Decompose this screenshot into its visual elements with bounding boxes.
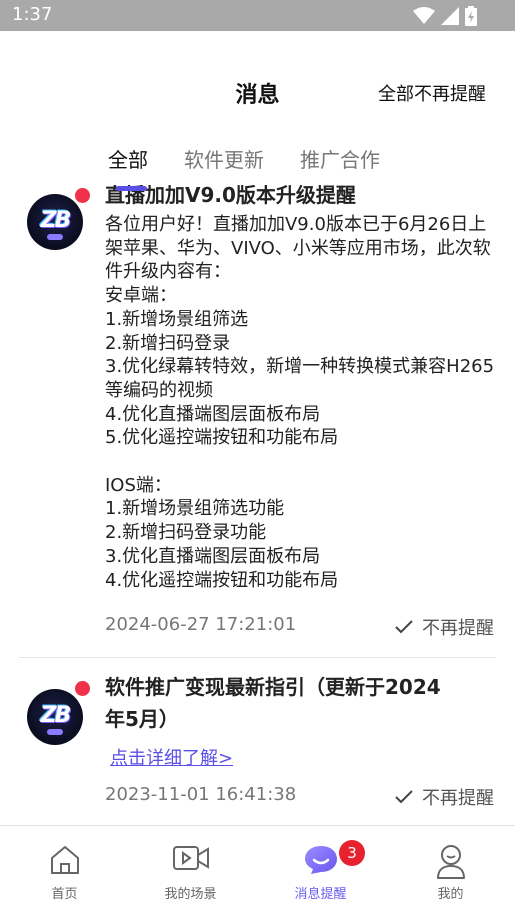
tab-all[interactable]: 全部 — [108, 144, 148, 173]
header: 消息 全部不再提醒 全部 软件更新 推广合作 — [0, 31, 515, 172]
avatar: ZB — [27, 194, 83, 250]
gamepad-icon — [47, 729, 63, 735]
status-icons — [413, 6, 477, 26]
message-time: 2023-11-01 16:41:38 — [105, 784, 297, 805]
nav-messages[interactable]: 消息提醒 — [256, 826, 385, 915]
user-icon — [436, 845, 465, 879]
home-icon — [50, 846, 79, 874]
wifi-icon — [413, 7, 435, 24]
tab-software-updates[interactable]: 软件更新 — [184, 144, 264, 173]
notification-badge: 3 — [339, 840, 365, 866]
bottom-nav: 首页 我的场景 消息提醒 3 我的 — [0, 825, 515, 915]
tab-promotion[interactable]: 推广合作 — [300, 144, 380, 173]
tab-bar: 全部 软件更新 推广合作 — [108, 144, 380, 173]
nav-my-scenes[interactable]: 我的场景 — [126, 826, 255, 915]
message-list[interactable]: ZB 直播加加V9.0版本升级提醒 各位用户好！直播加加V9.0版本已于6月26… — [0, 185, 515, 825]
check-icon — [395, 620, 413, 634]
tab-indicator — [116, 186, 147, 191]
dismiss-label: 不再提醒 — [422, 618, 494, 639]
dismiss-button[interactable]: 不再提醒 — [394, 784, 494, 810]
nav-home[interactable]: 首页 — [0, 826, 129, 915]
status-time: 1:37 — [12, 4, 53, 25]
avatar: ZB — [27, 689, 83, 745]
message-item[interactable]: ZB 软件推广变现最新指引（更新于2024年5月） 点击详细了解> 2023-1… — [0, 658, 515, 825]
message-body: 各位用户好！直播加加V9.0版本已于6月26日上架苹果、华为、VIVO、小米等应… — [105, 214, 495, 591]
message-item[interactable]: ZB 直播加加V9.0版本升级提醒 各位用户好！直播加加V9.0版本已于6月26… — [0, 185, 515, 655]
unread-dot — [75, 681, 90, 696]
nav-me[interactable]: 我的 — [386, 826, 515, 915]
dismiss-label: 不再提醒 — [422, 788, 494, 809]
check-icon — [395, 790, 413, 804]
nav-my-scenes-label: 我的场景 — [164, 887, 217, 902]
gamepad-icon — [47, 234, 63, 240]
mute-all-button[interactable]: 全部不再提醒 — [378, 80, 486, 106]
dismiss-button[interactable]: 不再提醒 — [394, 614, 494, 640]
nav-messages-label: 消息提醒 — [294, 887, 347, 902]
message-time: 2024-06-27 17:21:01 — [105, 614, 297, 635]
chat-bubble-icon — [304, 846, 337, 874]
status-bar: 1:37 — [0, 0, 515, 31]
message-title: 软件推广变现最新指引（更新于2024年5月） — [105, 675, 441, 731]
video-camera-icon — [172, 846, 209, 870]
unread-dot — [75, 188, 90, 203]
nav-home-label: 首页 — [51, 887, 78, 902]
nav-me-label: 我的 — [437, 887, 464, 902]
details-link[interactable]: 点击详细了解> — [110, 744, 233, 770]
avatar-logo: ZB — [40, 703, 72, 728]
battery-icon — [465, 6, 477, 26]
signal-icon — [441, 7, 459, 25]
avatar-logo: ZB — [40, 208, 72, 233]
